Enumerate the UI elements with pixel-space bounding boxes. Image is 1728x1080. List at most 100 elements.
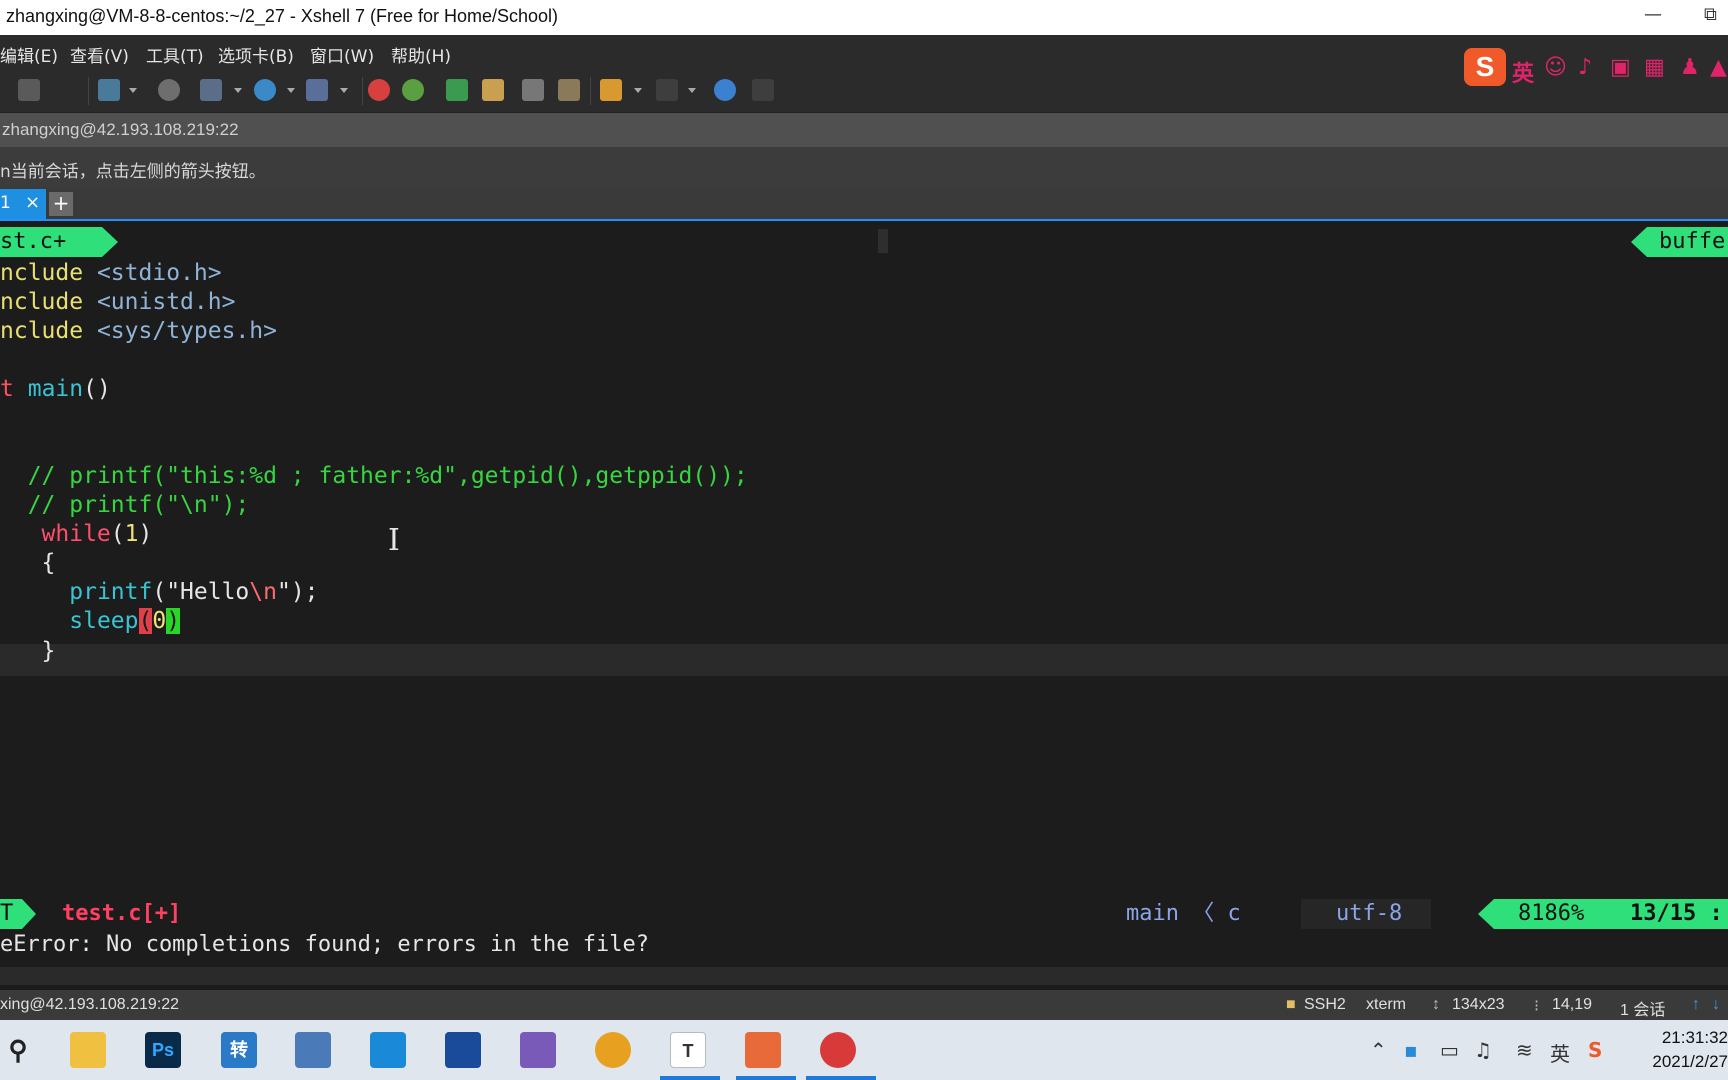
session-tabstrip: 1 × + [0,187,1728,221]
code-token: <sys/types.h> [96,318,277,344]
visual-studio-icon[interactable] [520,1032,556,1068]
fullscreen-icon[interactable] [446,79,468,101]
code-token: main [27,376,84,402]
powerpoint-icon[interactable] [745,1032,781,1068]
chevron-down-icon[interactable] [688,88,696,93]
address-text: zhangxing@42.193.108.219:22 [2,120,239,139]
help-icon[interactable] [714,79,736,101]
vscode-icon[interactable] [370,1032,406,1068]
vim-buffers-label: buffe [1631,227,1728,257]
restore-button[interactable]: ⧉ [1704,4,1717,25]
photoshop-icon[interactable]: Ps [145,1032,181,1068]
font-icon[interactable] [306,79,328,101]
notes-icon[interactable] [295,1032,331,1068]
code-token: ( [110,521,125,547]
address-bar[interactable]: zhangxing@42.193.108.219:22 [0,113,1728,147]
disconnect-icon[interactable] [18,79,40,101]
vim-filename: test.c[+] [62,901,182,926]
upload-icon: ↑ [1692,996,1700,1013]
keyboard-icon[interactable] [522,79,544,101]
typora-icon[interactable]: T [670,1032,706,1068]
xshell-plus-icon[interactable] [402,79,424,101]
vim-statusline: T test.c[+] main 〈 c utf-8 8186% 13/15 : [0,899,1728,929]
close-icon[interactable]: × [25,192,40,213]
code-token: "); [276,579,319,605]
convert-icon[interactable]: 转 [221,1032,257,1068]
add-tab-button[interactable]: + [49,192,73,216]
code-line: { [0,547,56,579]
chevron-up-icon[interactable]: ⌃ [1370,1038,1387,1062]
clock[interactable]: 21:31:32 2021/2/27 [1638,1026,1728,1074]
clock-date: 2021/2/27 [1652,1052,1728,1071]
smile-icon[interactable]: ☺ [1544,55,1567,80]
user-icon[interactable]: ♟ [1680,55,1700,80]
chevron-down-icon[interactable] [634,88,642,93]
terminal[interactable]: st.c+ buffe nclude <stdio.h> nclude <uni… [0,223,1728,985]
code-line: printf("Hello\n"); [0,576,319,608]
window-title: zhangxing@VM-8-8-centos:~/2_27 - Xshell … [6,6,559,26]
clipboard-icon[interactable]: ▣ [1610,55,1631,80]
highlight-icon[interactable] [558,79,580,101]
menu-view[interactable]: 查看(V) [70,42,129,67]
chevron-down-icon[interactable] [234,88,242,93]
code-token: } [41,638,56,664]
chrome-icon[interactable] [595,1032,631,1068]
code-token: while [41,521,111,547]
transfer-icon[interactable] [200,79,222,101]
globe-icon[interactable] [254,79,276,101]
chevron-down-icon[interactable] [129,88,137,93]
volume-icon[interactable]: ♫ [1474,1038,1492,1062]
sogou-tray-icon[interactable]: S [1588,1038,1602,1062]
menu-tabs[interactable]: 选项卡(B) [218,42,294,67]
vim-encoding: utf-8 [1336,901,1403,926]
session-tab[interactable]: 1 × [0,189,46,219]
vim-buffers-text: buffe [1659,229,1726,254]
chat-icon[interactable] [752,79,774,101]
menu-edit[interactable]: 编辑(E) [0,42,58,67]
clock-time: 21:31:32 [1661,1028,1728,1047]
keyboard-icon[interactable]: ▦ [1644,55,1665,80]
sogou-ime-logo[interactable]: S [1464,48,1506,86]
paren-match: ) [166,608,181,634]
toolbar-separator [362,77,363,105]
menu-tools[interactable]: 工具(T) [146,42,204,67]
folder-icon[interactable] [600,79,622,101]
tray-language[interactable]: 英 [1550,1038,1570,1067]
new-session-icon[interactable] [98,79,120,101]
search-icon[interactable]: ⚲ [0,1032,36,1068]
xshell-statusbar: xing@42.193.108.219:22 ■ SSH2 xterm ↕ 13… [0,990,1728,1020]
code-line: } [0,635,56,667]
file-explorer-icon[interactable] [70,1032,106,1068]
network-app-icon[interactable]: ▪ [1404,1038,1418,1062]
code-token: nclude [0,260,84,286]
lock-icon[interactable] [482,79,504,101]
code-line: nclude <unistd.h> [0,286,235,318]
minimize-button[interactable]: — [1644,4,1662,25]
status-sessions: 1 会话 [1620,1002,1666,1019]
code-token: \n [249,579,277,605]
vim-tabline-fill [878,229,888,253]
xshell-icon[interactable] [820,1032,856,1068]
ime-language[interactable]: 英 [1512,56,1534,88]
vim-tab-current[interactable]: st.c+ [0,227,118,257]
menu-help[interactable]: 帮助(H) [391,42,451,67]
code-line: nclude <stdio.h> [0,257,222,289]
microphone-icon[interactable]: ♪ [1578,55,1592,80]
wifi-icon[interactable]: ≋ [1516,1038,1533,1062]
chevron-down-icon[interactable] [340,88,348,93]
skin-icon[interactable]: ▲ [1710,55,1727,80]
status-cursor: 14,19 [1552,996,1593,1013]
battery-icon[interactable]: ▭ [1440,1038,1459,1062]
active-indicator [736,1076,796,1080]
xftp-icon[interactable] [368,79,390,101]
menu-window[interactable]: 窗口(W) [310,42,374,67]
search-icon[interactable] [158,79,180,101]
layout-icon[interactable] [656,79,678,101]
cursor-icon: ⁝ [1534,998,1540,1015]
cursor-line [0,644,1728,676]
code-line: t main() [0,373,111,405]
horizontal-scrollbar[interactable] [0,967,1728,985]
chevron-down-icon[interactable] [287,88,295,93]
app-icon[interactable] [445,1032,481,1068]
code-line: // printf("\n"); [0,489,250,521]
